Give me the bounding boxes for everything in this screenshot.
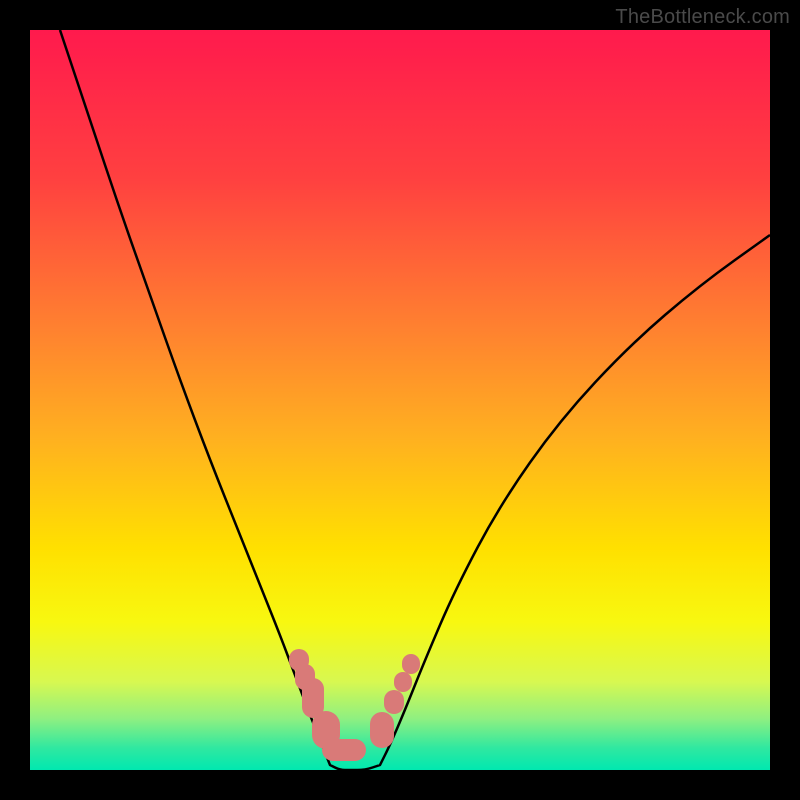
plot-area [30, 30, 770, 770]
right-dot-2 [394, 672, 412, 692]
right-dot-3 [402, 654, 420, 674]
right-dot-1 [384, 690, 404, 714]
watermark-text: TheBottleneck.com [615, 6, 790, 29]
chart-frame: TheBottleneck.com [0, 0, 800, 800]
bottleneck-curve [30, 30, 770, 770]
bottom-blob-3 [370, 712, 394, 748]
bottom-blob-2 [322, 739, 366, 761]
